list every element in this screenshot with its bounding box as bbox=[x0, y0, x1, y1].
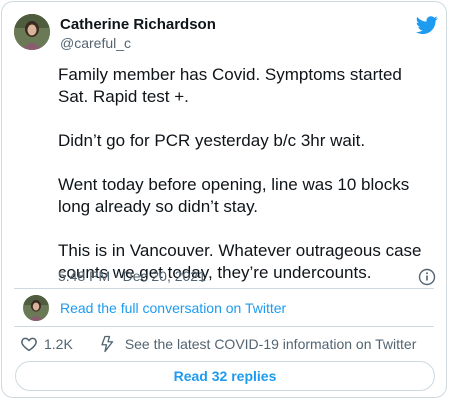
tweet-paragraph: Went today before opening, line was 10 b… bbox=[58, 175, 410, 216]
author-handle[interactable]: @careful_c bbox=[60, 35, 131, 51]
divider bbox=[14, 288, 434, 289]
info-icon[interactable] bbox=[418, 268, 436, 286]
tweet-text: Family member has Covid. Symptoms starte… bbox=[58, 64, 438, 284]
tweet-timestamp[interactable]: 5:48 PM · Dec 20, 2021 bbox=[58, 268, 206, 284]
conversation-avatar[interactable] bbox=[23, 295, 49, 321]
author-avatar[interactable] bbox=[14, 14, 50, 50]
heart-icon[interactable] bbox=[20, 335, 38, 353]
like-count[interactable]: 1.2K bbox=[44, 336, 73, 352]
author-name[interactable]: Catherine Richardson bbox=[60, 16, 216, 33]
read-conversation-link[interactable]: Read the full conversation on Twitter bbox=[60, 300, 286, 316]
read-replies-button[interactable]: Read 32 replies bbox=[15, 361, 435, 391]
tweet-paragraph: Family member has Covid. Symptoms starte… bbox=[58, 65, 402, 106]
tweet-paragraph: Didn’t go for PCR yesterday b/c 3hr wait… bbox=[58, 131, 366, 150]
twitter-bird-icon[interactable] bbox=[416, 14, 438, 36]
divider bbox=[14, 326, 434, 327]
tweet-card: Catherine Richardson @careful_c Family m… bbox=[1, 1, 447, 398]
tweet-actions: 1.2K See the latest COVID-19 information… bbox=[20, 335, 416, 353]
lightning-icon[interactable] bbox=[99, 335, 117, 353]
covid-info-link[interactable]: See the latest COVID-19 information on T… bbox=[125, 336, 417, 352]
